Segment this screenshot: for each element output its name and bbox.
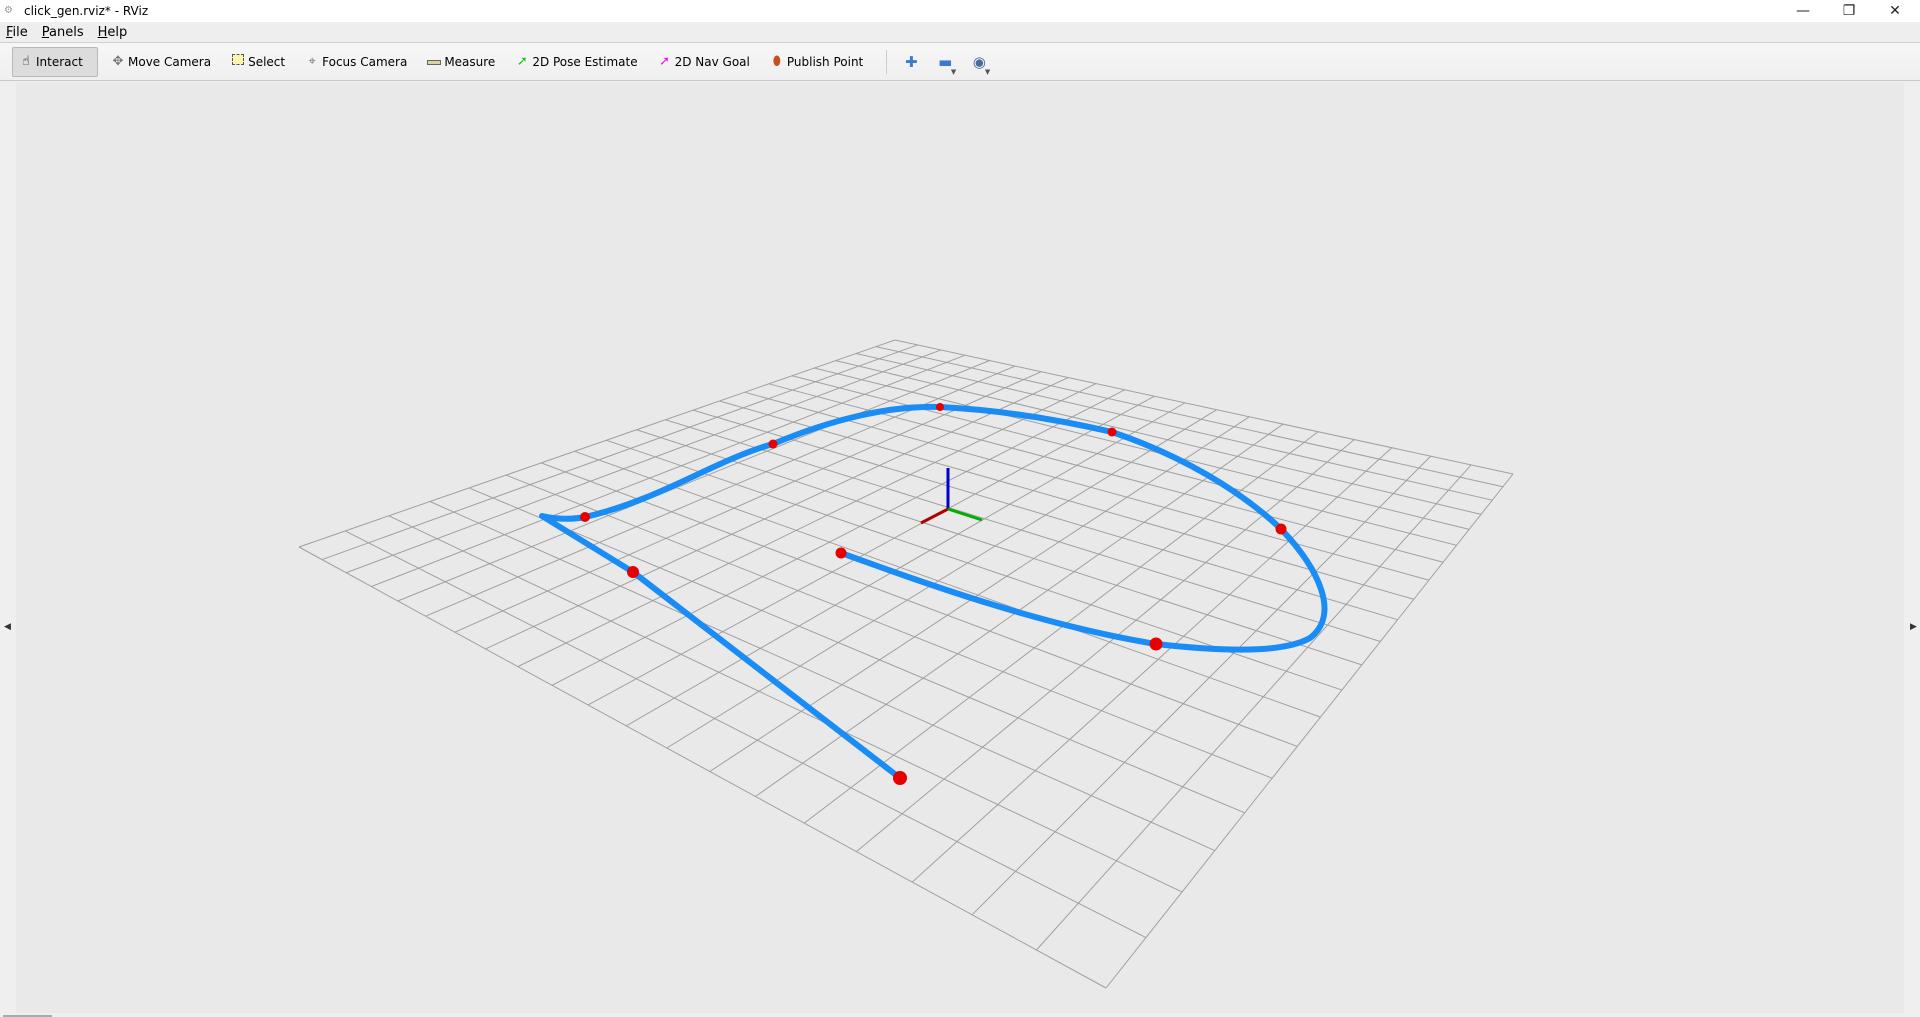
green-arrow-icon: ➚: [516, 54, 528, 69]
grid-line: [298, 546, 1107, 989]
grid-line: [791, 375, 1457, 546]
3d-scene[interactable]: [16, 82, 1904, 1013]
tool-measure[interactable]: Measure: [420, 47, 502, 77]
grid-line: [971, 455, 1432, 916]
collapse-left-panel-icon[interactable]: ◀: [4, 622, 11, 632]
rviz-app-icon: ⚙: [4, 5, 13, 16]
menu-bar: File Panels Help: [0, 22, 1920, 42]
dropdown-arrow-icon: ▼: [950, 67, 957, 76]
plus-icon: ✚: [904, 52, 918, 71]
grid-line: [814, 367, 1470, 530]
tool-select[interactable]: Select: [224, 47, 292, 77]
waypoint-marker: [1275, 523, 1287, 535]
grid-line: [344, 530, 1147, 938]
tool-publish-point[interactable]: ⬮ Publish Point: [763, 47, 870, 77]
grid-line: [551, 389, 1126, 686]
view-tool-button[interactable]: ◉ ▼: [965, 47, 993, 77]
grid-line: [911, 447, 1393, 883]
tool-move-camera[interactable]: ✥ Move Camera: [104, 47, 218, 77]
waypoint-marker: [1149, 637, 1163, 651]
map-pin-icon: ⬮: [772, 54, 781, 69]
menu-panels[interactable]: Panels: [42, 25, 84, 40]
x-axis: [920, 507, 949, 525]
select-icon: [231, 54, 245, 69]
remove-tool-button[interactable]: ▬ ▼: [931, 47, 959, 77]
grid-line: [371, 354, 966, 588]
waypoint-marker: [768, 439, 778, 449]
toolbar-separator: [886, 49, 888, 74]
move-camera-icon: ✥: [112, 54, 124, 69]
waypoint-marker: [835, 547, 847, 559]
grid: [298, 339, 1514, 989]
restore-button[interactable]: ❐: [1826, 0, 1872, 22]
grid-line: [636, 429, 1363, 666]
y-axis: [947, 507, 983, 522]
grid-line: [388, 515, 1183, 893]
waypoint-marker: [936, 403, 944, 411]
eye-icon: ◉: [972, 52, 986, 71]
grid-line: [425, 365, 1016, 617]
tool-focus-camera[interactable]: ⌖ Focus Camera: [298, 47, 414, 77]
minimize-button[interactable]: —: [1780, 0, 1826, 22]
tool-bar: ☝ Interact ✥ Move Camera Select ⌖ Focus Cam…: [0, 42, 1920, 81]
waypoint-marker: [893, 771, 907, 785]
title-bar: ⚙ click_gen.rviz* - RViz — ❐ ✕: [0, 0, 1920, 22]
grid-line: [345, 349, 942, 574]
tool-2d-pose-estimate[interactable]: ➚ 2D Pose Estimate: [508, 47, 644, 77]
grid-line: [587, 395, 1155, 706]
grid-line: [505, 474, 1273, 779]
grid-line: [626, 402, 1186, 727]
hand-icon: ☝: [22, 54, 30, 69]
tool-interact[interactable]: ☝ Interact: [12, 46, 98, 77]
grid-line: [540, 462, 1298, 747]
magenta-arrow-icon: ➚: [659, 54, 671, 69]
3d-render-view[interactable]: ◀ ▶: [4, 82, 1917, 1013]
grid-line: [666, 409, 1217, 749]
grid-line: [485, 377, 1069, 650]
grid-line: [894, 339, 1514, 475]
tool-2d-nav-goal[interactable]: ➚ 2D Nav Goal: [651, 47, 757, 77]
window-title: click_gen.rviz* - RViz: [24, 4, 149, 18]
close-button[interactable]: ✕: [1872, 0, 1918, 22]
waypoint-marker: [627, 566, 639, 578]
grid-line: [606, 439, 1343, 691]
ruler-icon: [427, 54, 442, 69]
menu-help[interactable]: Help: [98, 25, 128, 40]
grid-line: [1036, 464, 1472, 951]
collapse-right-panel-icon[interactable]: ▶: [1910, 622, 1917, 632]
add-tool-button[interactable]: ✚: [897, 47, 925, 77]
menu-file[interactable]: File: [6, 25, 28, 40]
waypoint-marker: [1107, 427, 1117, 437]
grid-line: [321, 344, 918, 561]
waypoint-marker: [580, 512, 590, 522]
grid-line: [397, 360, 990, 602]
dropdown-arrow-icon: ▼: [984, 67, 991, 76]
grid-line: [468, 487, 1245, 814]
focus-camera-icon: ⌖: [308, 54, 316, 69]
